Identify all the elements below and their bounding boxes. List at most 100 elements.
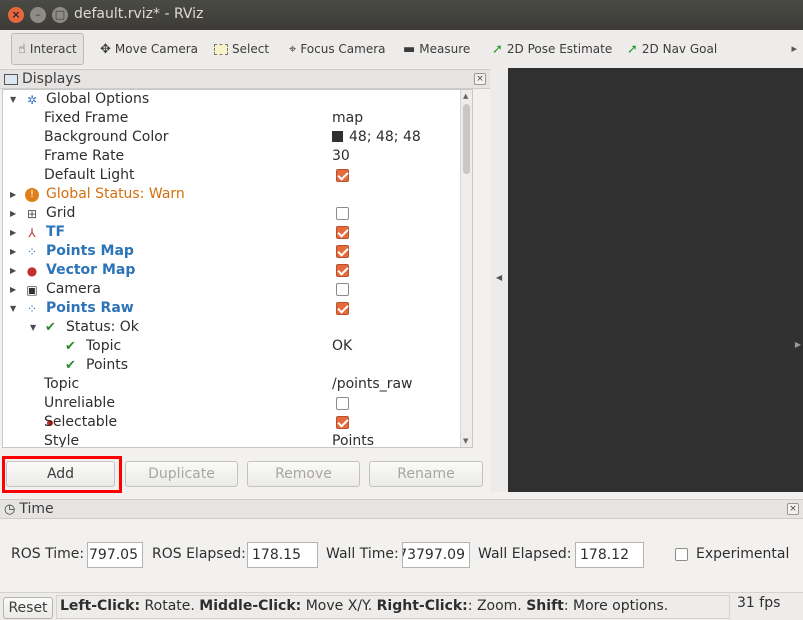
row-label: Status: Ok bbox=[66, 319, 139, 335]
help-text: Left-Click: Rotate. Middle-Click: Move X… bbox=[60, 598, 668, 614]
tree-row-selectable[interactable]: Selectable bbox=[3, 413, 472, 432]
checkmark-icon: ✔ bbox=[45, 320, 56, 335]
tree-row-vector-map[interactable]: ▶ ● Vector Map bbox=[3, 261, 472, 280]
remove-button[interactable]: Remove bbox=[247, 461, 360, 487]
tool-move-camera[interactable]: ✥ Move Camera bbox=[94, 33, 204, 65]
help-right-click-desc: : Zoom. bbox=[467, 598, 527, 614]
time-panel-title: Time bbox=[19, 501, 54, 517]
tree-row-fixed-frame[interactable]: Fixed Frame map bbox=[3, 109, 472, 128]
points-map-checkbox[interactable] bbox=[336, 245, 349, 258]
reset-button[interactable]: Reset bbox=[3, 597, 53, 619]
goal-arrow-icon: ➚ bbox=[627, 41, 638, 57]
row-label: Global Status: Warn bbox=[46, 186, 185, 202]
checkmark-icon: ✔ bbox=[65, 339, 76, 354]
time-panel-close-button[interactable]: × bbox=[787, 503, 799, 515]
rename-button[interactable]: Rename bbox=[369, 461, 483, 487]
tree-row-tf[interactable]: ▶ ⅄ TF bbox=[3, 223, 472, 242]
hand-pointer-icon: ☝ bbox=[18, 41, 26, 57]
collapse-right-icon[interactable]: ▶ bbox=[795, 340, 801, 349]
tool-interact[interactable]: ☝ Interact bbox=[11, 33, 84, 65]
tf-checkbox[interactable] bbox=[336, 226, 349, 239]
focus-target-icon: ⌖ bbox=[289, 41, 297, 57]
tree-row-topic[interactable]: Topic /points_raw bbox=[3, 375, 472, 394]
tree-row-points-raw[interactable]: ▼ ⁘ Points Raw bbox=[3, 299, 472, 318]
topic-value[interactable]: /points_raw bbox=[332, 375, 413, 394]
style-value[interactable]: Points bbox=[332, 432, 374, 447]
tree-row-global-options[interactable]: ▼ ✲ Global Options bbox=[3, 90, 472, 109]
row-label: TF bbox=[46, 224, 66, 240]
tool-2d-pose-estimate[interactable]: ➚ 2D Pose Estimate bbox=[486, 33, 618, 65]
vector-map-checkbox[interactable] bbox=[336, 264, 349, 277]
tree-row-status-ok[interactable]: ▼ ✔ Status: Ok bbox=[3, 318, 472, 337]
expand-arrow-icon[interactable]: ▼ bbox=[30, 318, 36, 337]
background-color-text: 48; 48; 48 bbox=[349, 129, 421, 145]
minimize-window-button[interactable]: – bbox=[30, 7, 46, 23]
row-label: Selectable bbox=[44, 414, 118, 430]
scroll-up-icon[interactable]: ▲ bbox=[463, 92, 468, 100]
tree-row-unreliable[interactable]: Unreliable bbox=[3, 394, 472, 413]
ros-time-field[interactable]: 3797.05 bbox=[87, 542, 143, 568]
tree-row-points-map[interactable]: ▶ ⁘ Points Map bbox=[3, 242, 472, 261]
points-raw-checkbox[interactable] bbox=[336, 302, 349, 315]
tree-row-camera[interactable]: ▶ ▣ Camera bbox=[3, 280, 472, 299]
frame-rate-value[interactable]: 30 bbox=[332, 147, 350, 166]
default-light-checkbox[interactable] bbox=[336, 169, 349, 182]
tree-row-global-status[interactable]: ▶ ! Global Status: Warn bbox=[3, 185, 472, 204]
selectable-checkbox[interactable] bbox=[336, 416, 349, 429]
camera-checkbox[interactable] bbox=[336, 283, 349, 296]
experimental-checkbox[interactable] bbox=[675, 548, 688, 561]
ros-elapsed-field[interactable]: 178.15 bbox=[247, 542, 318, 568]
row-label: Camera bbox=[46, 281, 101, 297]
point-cloud-icon: ⁘ bbox=[26, 302, 38, 316]
collapse-arrow-icon[interactable]: ▶ bbox=[10, 242, 16, 261]
toolbar-overflow-icon[interactable]: ▸ bbox=[791, 42, 797, 55]
collapse-arrow-icon[interactable]: ▶ bbox=[10, 204, 16, 223]
displays-scrollbar[interactable]: ▲ ▼ bbox=[460, 90, 472, 447]
row-label: Fixed Frame bbox=[44, 110, 129, 126]
collapse-arrow-icon[interactable]: ▶ bbox=[10, 261, 16, 280]
scrollbar-thumb[interactable] bbox=[463, 104, 470, 174]
checkmark-icon: ✔ bbox=[65, 358, 76, 373]
collapse-arrow-icon[interactable]: ▶ bbox=[10, 223, 16, 242]
clock-icon: ◷ bbox=[4, 501, 16, 517]
tool-interact-label: Interact bbox=[29, 42, 77, 56]
expand-arrow-icon[interactable]: ▼ bbox=[10, 90, 16, 109]
background-color-value[interactable]: 48; 48; 48 bbox=[332, 128, 421, 147]
fixed-frame-value[interactable]: map bbox=[332, 109, 363, 128]
render-3d-view[interactable]: ▶ bbox=[508, 68, 803, 492]
tool-focus-camera[interactable]: ⌖ Focus Camera bbox=[283, 33, 392, 65]
row-label: Topic bbox=[44, 376, 80, 392]
tool-select[interactable]: Select bbox=[208, 33, 275, 65]
close-window-button[interactable]: × bbox=[8, 7, 24, 23]
unreliable-checkbox[interactable] bbox=[336, 397, 349, 410]
maximize-window-button[interactable]: □ bbox=[52, 7, 68, 23]
tree-row-frame-rate[interactable]: Frame Rate 30 bbox=[3, 147, 472, 166]
grid-checkbox[interactable] bbox=[336, 207, 349, 220]
wall-time-field[interactable]: 73797.09 bbox=[402, 542, 470, 568]
tree-row-status-points[interactable]: ✔ Points bbox=[3, 356, 472, 375]
marker-array-icon: ● bbox=[26, 264, 38, 278]
tool-select-label: Select bbox=[232, 42, 270, 56]
collapse-arrow-icon[interactable]: ▶ bbox=[10, 280, 16, 299]
tree-row-status-topic[interactable]: ✔ Topic OK bbox=[3, 337, 472, 356]
tool-measure-label: Measure bbox=[419, 42, 471, 56]
tree-row-background-color[interactable]: Background Color 48; 48; 48 bbox=[3, 128, 472, 147]
help-right-click-key: Right-Click: bbox=[376, 598, 468, 614]
select-rect-icon bbox=[214, 43, 228, 55]
panel-splitter[interactable]: ◀ bbox=[490, 68, 508, 492]
fps-counter: 31 fps bbox=[737, 595, 781, 611]
duplicate-button[interactable]: Duplicate bbox=[125, 461, 238, 487]
tree-row-style[interactable]: Style Points bbox=[3, 432, 472, 447]
collapse-left-icon[interactable]: ◀ bbox=[496, 273, 502, 282]
tree-row-default-light[interactable]: Default Light bbox=[3, 166, 472, 185]
wall-elapsed-field[interactable]: 178.12 bbox=[575, 542, 644, 568]
displays-panel-close-button[interactable]: × bbox=[474, 73, 486, 85]
scroll-down-icon[interactable]: ▼ bbox=[463, 437, 468, 445]
tree-row-grid[interactable]: ▶ ⊞ Grid bbox=[3, 204, 472, 223]
tool-measure[interactable]: ▬ Measure bbox=[397, 33, 476, 65]
tools-toolbar: ☝ Interact ✥ Move Camera Select ⌖ Focus … bbox=[0, 30, 803, 68]
tool-2d-nav-goal[interactable]: ➚ 2D Nav Goal bbox=[621, 33, 723, 65]
tool-focus-camera-label: Focus Camera bbox=[300, 42, 386, 56]
expand-arrow-icon[interactable]: ▼ bbox=[10, 299, 16, 318]
collapse-arrow-icon[interactable]: ▶ bbox=[10, 185, 16, 204]
